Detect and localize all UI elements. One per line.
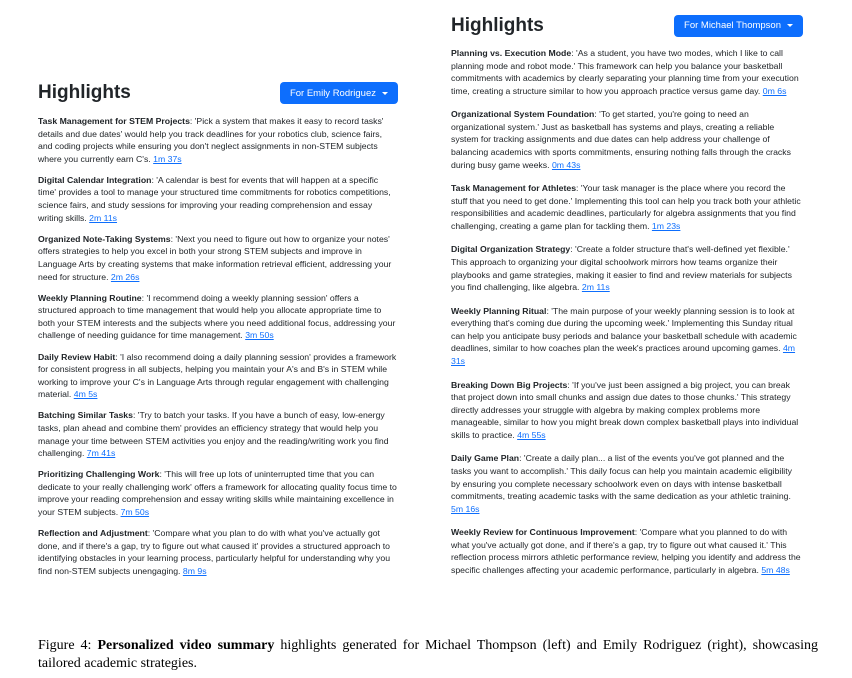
- timestamp-link[interactable]: 3m 50s: [245, 330, 274, 340]
- timestamp-link[interactable]: 4m 55s: [517, 430, 546, 440]
- highlight-item: Weekly Planning Ritual: 'The main purpos…: [451, 305, 803, 368]
- right-highlight-list: Planning vs. Execution Mode: 'As a stude…: [451, 47, 803, 577]
- highlight-heading: Digital Calendar Integration: [38, 174, 152, 185]
- timestamp-link[interactable]: 7m 50s: [121, 507, 150, 517]
- timestamp-link[interactable]: 7m 41s: [87, 448, 116, 458]
- highlight-item: Daily Game Plan: 'Create a daily plan...…: [451, 452, 803, 515]
- user-select-label: For Emily Rodriguez: [289, 87, 376, 99]
- highlight-heading: Task Management for Athletes: [451, 183, 577, 194]
- highlight-item: Task Management for STEM Projects: 'Pick…: [38, 115, 398, 165]
- caret-down-icon: [787, 24, 793, 27]
- timestamp-link[interactable]: 0m 43s: [552, 160, 581, 170]
- highlight-item: Prioritizing Challenging Work: 'This wil…: [38, 468, 398, 518]
- highlight-item: Digital Calendar Integration: 'A calenda…: [38, 174, 398, 224]
- highlight-item: Digital Organization Strategy: 'Create a…: [451, 243, 803, 293]
- timestamp-link[interactable]: 0m 6s: [763, 86, 787, 96]
- highlight-heading: Daily Review Habit: [38, 351, 116, 362]
- highlight-heading: Digital Organization Strategy: [451, 244, 571, 255]
- highlight-heading: Prioritizing Challenging Work: [38, 469, 160, 480]
- timestamp-link[interactable]: 1m 23s: [652, 221, 681, 231]
- caption-prefix: Figure 4:: [38, 638, 98, 653]
- highlight-item: Task Management for Athletes: 'Your task…: [451, 182, 803, 232]
- highlight-heading: Organized Note-Taking Systems: [38, 233, 171, 244]
- highlight-heading: Weekly Planning Ritual: [451, 305, 547, 316]
- highlight-heading: Organizational System Foundation: [451, 109, 595, 120]
- left-panel-title: Highlights: [38, 82, 131, 103]
- highlight-heading: Planning vs. Execution Mode: [451, 48, 572, 58]
- highlight-item: Organized Note-Taking Systems: 'Next you…: [38, 233, 398, 283]
- right-highlights-panel: Highlights For Michael Thompson Planning…: [451, 12, 803, 588]
- highlight-item: Batching Similar Tasks: 'Try to batch yo…: [38, 409, 398, 459]
- timestamp-link[interactable]: 2m 11s: [89, 213, 117, 223]
- highlight-item: Daily Review Habit: 'I also recommend do…: [38, 351, 398, 401]
- highlight-heading: Weekly Planning Routine: [38, 292, 142, 303]
- highlight-item: Planning vs. Execution Mode: 'As a stude…: [451, 47, 803, 97]
- figure-caption: Figure 4: Personalized video summary hig…: [38, 637, 818, 673]
- highlight-heading: Breaking Down Big Projects: [451, 379, 568, 390]
- caret-down-icon: [382, 91, 388, 95]
- left-highlights-panel: Highlights For Emily Rodriguez Task Mana…: [38, 80, 398, 586]
- timestamp-link[interactable]: 5m 16s: [451, 504, 480, 514]
- highlight-heading: Weekly Review for Continuous Improvement: [451, 527, 635, 538]
- highlight-heading: Reflection and Adjustment: [38, 528, 148, 539]
- highlight-item: Weekly Planning Routine: 'I recommend do…: [38, 292, 398, 342]
- timestamp-link[interactable]: 8m 9s: [183, 566, 207, 576]
- highlight-item: Reflection and Adjustment: 'Compare what…: [38, 527, 398, 577]
- timestamp-link[interactable]: 4m 5s: [74, 389, 98, 399]
- highlight-heading: Batching Similar Tasks: [38, 410, 133, 421]
- user-select-button-michael[interactable]: For Michael Thompson: [674, 14, 803, 37]
- highlight-item: Organizational System Foundation: 'To ge…: [451, 108, 803, 171]
- right-panel-header: Highlights For Michael Thompson: [451, 12, 803, 39]
- timestamp-link[interactable]: 1m 37s: [153, 154, 182, 164]
- highlight-heading: Daily Game Plan: [451, 453, 520, 464]
- left-highlight-list: Task Management for STEM Projects: 'Pick…: [38, 115, 398, 578]
- user-select-button-emily[interactable]: For Emily Rodriguez: [279, 82, 398, 104]
- highlight-item: Breaking Down Big Projects: 'If you've j…: [451, 379, 803, 442]
- right-panel-title: Highlights: [451, 14, 544, 36]
- left-panel-header: Highlights For Emily Rodriguez: [38, 80, 398, 106]
- user-select-label: For Michael Thompson: [684, 20, 781, 31]
- highlight-heading: Task Management for STEM Projects: [38, 116, 190, 126]
- timestamp-link[interactable]: 2m 26s: [111, 272, 140, 282]
- timestamp-link[interactable]: 2m 11s: [582, 282, 610, 292]
- timestamp-link[interactable]: 5m 48s: [761, 565, 790, 575]
- highlight-item: Weekly Review for Continuous Improvement…: [451, 526, 803, 576]
- caption-bold-text: Personalized video summary: [97, 638, 275, 653]
